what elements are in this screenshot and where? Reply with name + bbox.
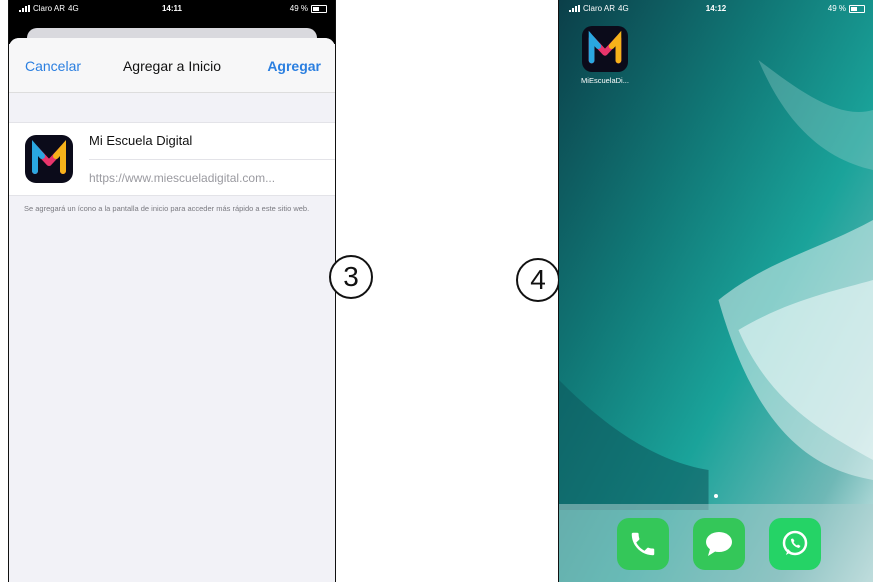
hint-text: Se agregará un ícono a la pantalla de in… — [24, 204, 310, 213]
network: 4G — [618, 4, 629, 13]
page-indicator — [714, 494, 718, 498]
step-number-3: 3 — [329, 255, 373, 299]
battery-icon — [311, 4, 327, 13]
status-time: 14:12 — [705, 4, 727, 13]
dock — [559, 504, 873, 582]
whatsapp-icon — [782, 530, 808, 556]
battery-icon — [849, 4, 865, 13]
add-button[interactable]: Agregar — [267, 58, 321, 74]
battery-percent: 49 % — [289, 4, 308, 13]
add-to-home-sheet: Cancelar Agregar a Inicio Agregar Mi Esc… — [9, 38, 335, 582]
carrier: Claro AR — [33, 4, 66, 13]
bookmark-card: Mi Escuela Digital https://www.miescuela… — [9, 122, 335, 196]
dock-messages-app[interactable] — [693, 518, 745, 570]
home-screen-phone: Claro AR 4G 14:12 49 % MiEscuelaDi... — [558, 0, 873, 582]
mi-escuela-digital-icon — [25, 135, 73, 183]
url-text: https://www.miescueladigital.com... — [89, 171, 276, 185]
carrier: Claro AR — [583, 4, 616, 13]
phone-icon — [631, 532, 655, 556]
status-bar: Claro AR 4G 14:11 49 % — [9, 0, 335, 16]
mi-escuela-digital-icon — [582, 26, 628, 72]
step-number-4: 4 — [516, 258, 560, 302]
messages-icon — [706, 532, 732, 556]
nav-bar: Cancelar Agregar a Inicio Agregar — [9, 38, 335, 93]
dock-phone-app[interactable] — [617, 518, 669, 570]
signal-icon — [19, 5, 30, 12]
battery-percent: 49 % — [827, 4, 846, 13]
dock-whatsapp-app[interactable] — [769, 518, 821, 570]
status-time: 14:11 — [161, 4, 183, 13]
status-bar: Claro AR 4G 14:12 49 % — [559, 0, 873, 16]
home-app-label: MiEscuelaDi... — [581, 76, 629, 85]
add-to-home-screen-phone: Claro AR 4G 14:11 49 % Cancelar Agregar … — [8, 0, 336, 582]
home-app-mi-escuela-digital[interactable]: MiEscuelaDi... — [577, 26, 633, 85]
network: 4G — [68, 4, 79, 13]
signal-icon — [569, 5, 580, 12]
app-name-field[interactable]: Mi Escuela Digital — [89, 133, 192, 148]
